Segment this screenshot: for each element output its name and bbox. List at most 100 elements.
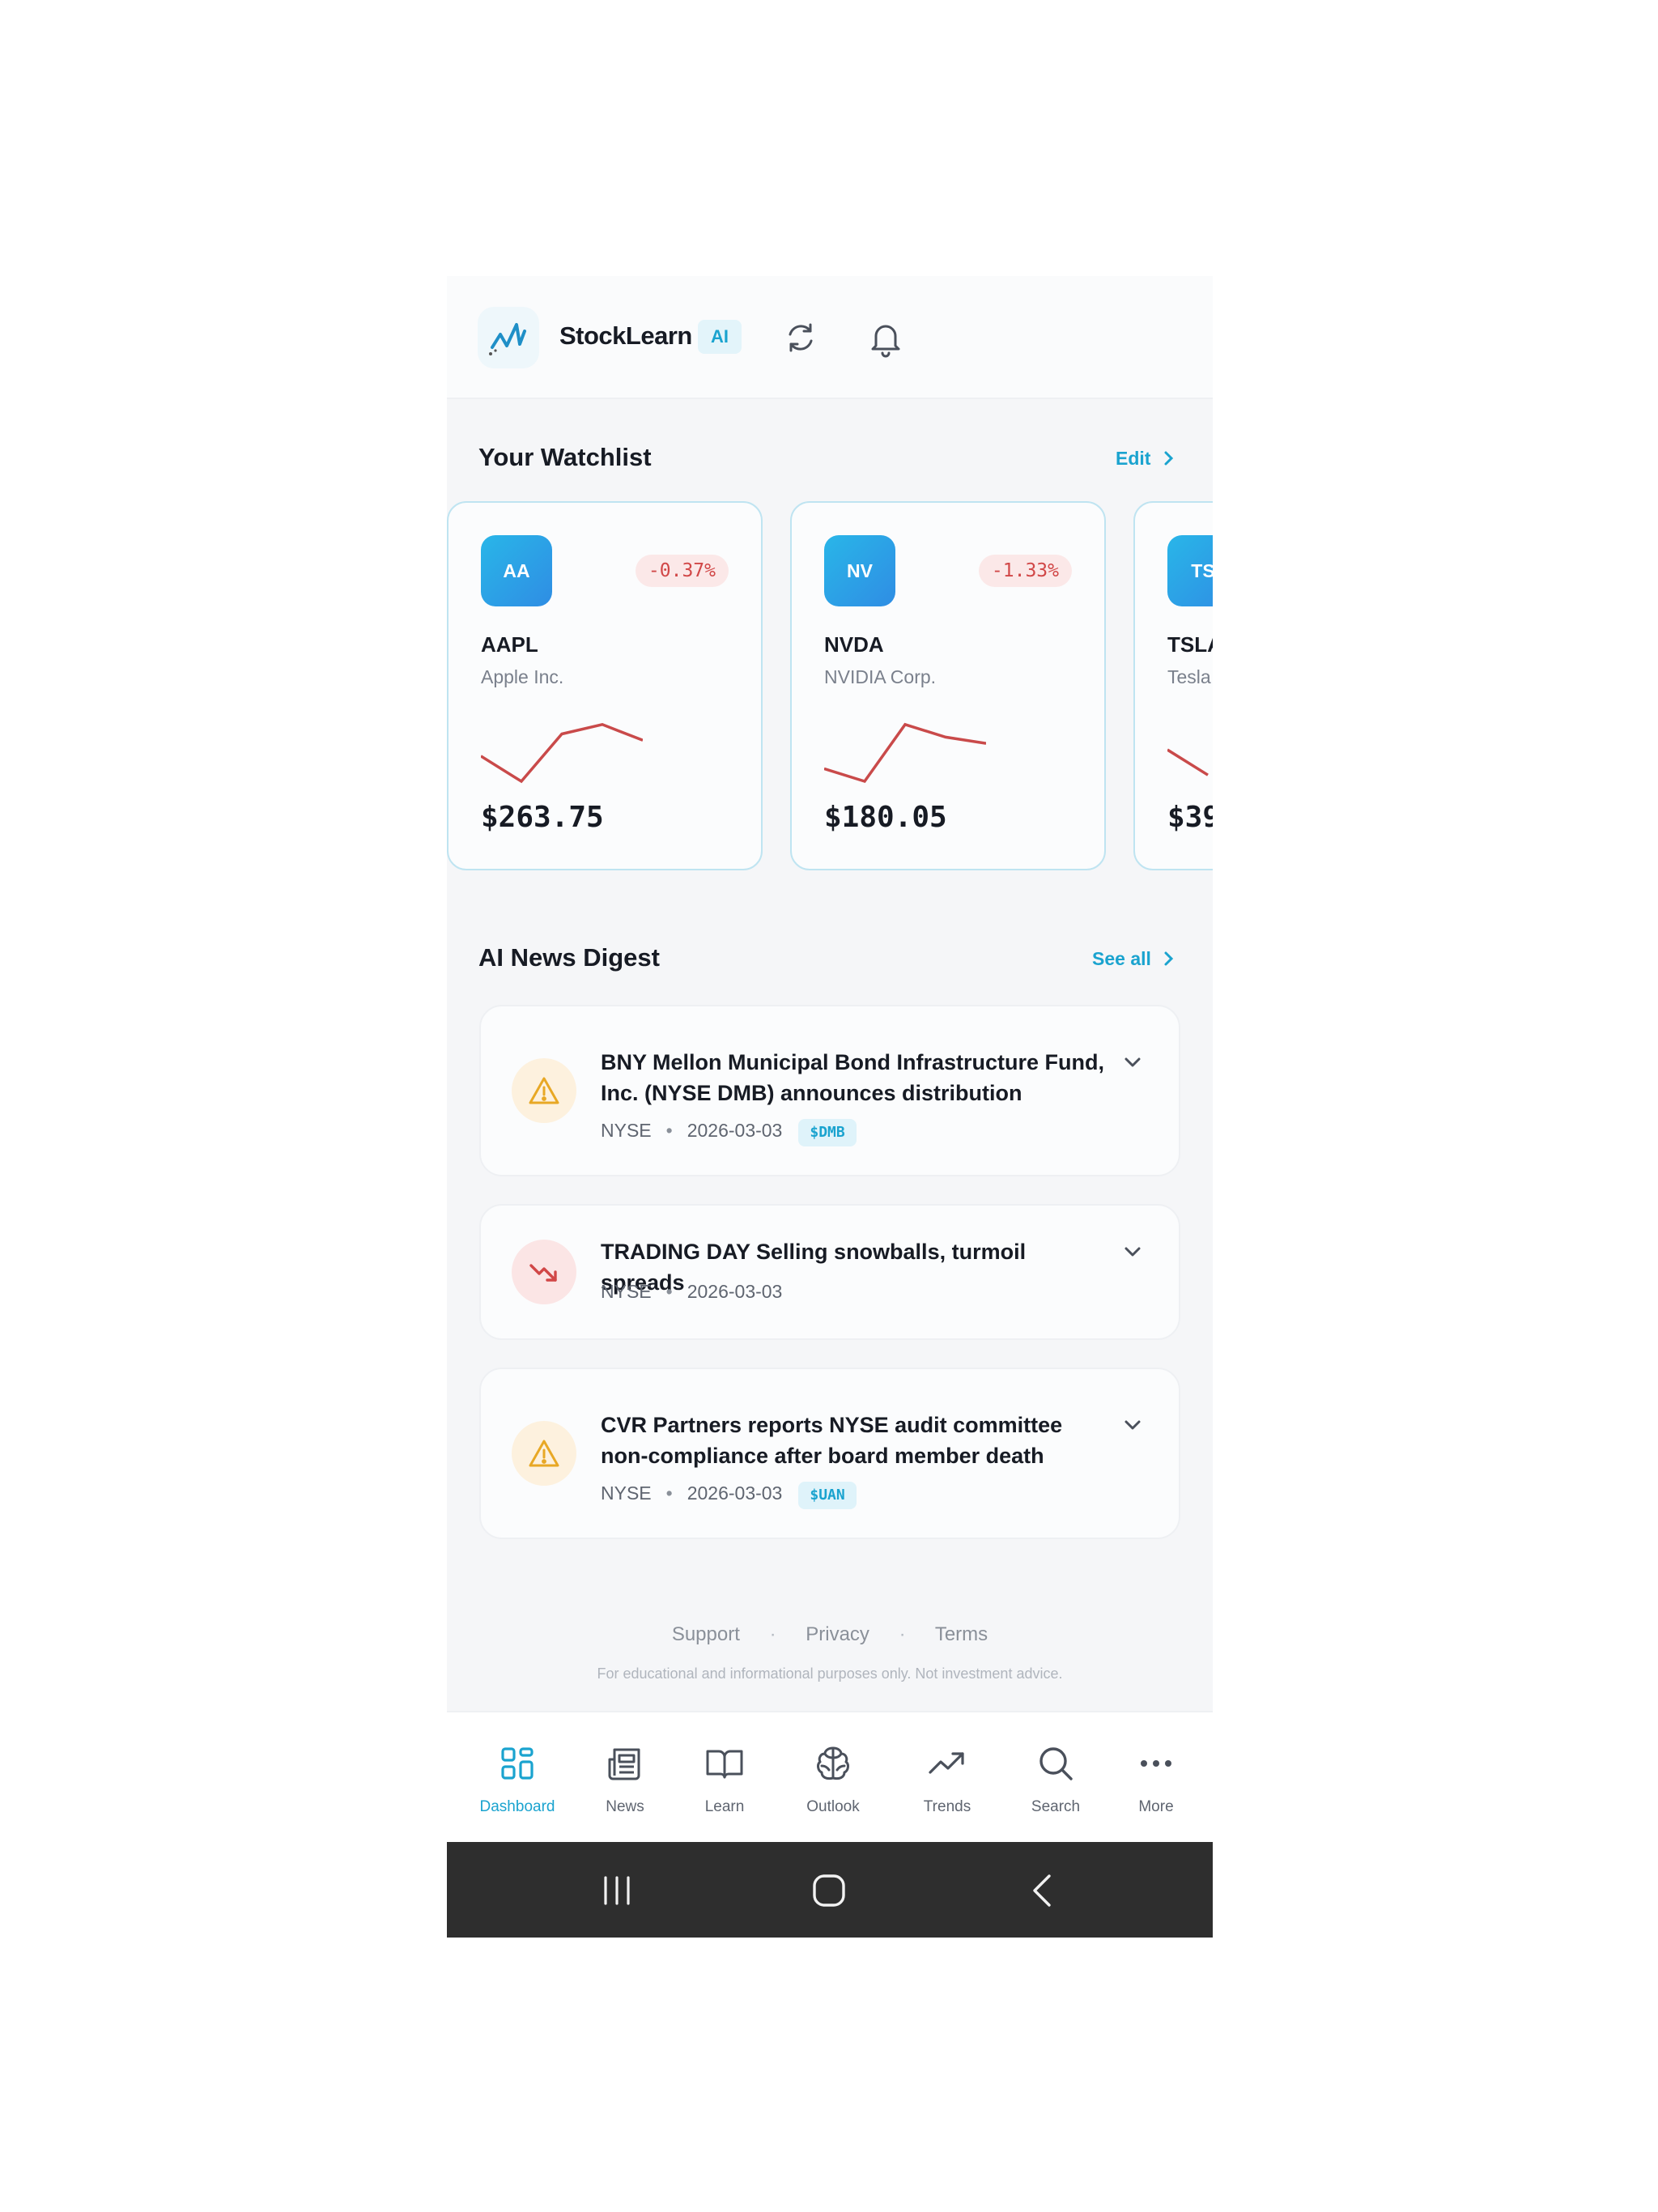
news-meta: NYSE • 2026-03-03 $UAN (601, 1478, 857, 1509)
home-icon[interactable] (810, 1871, 848, 1910)
nav-label: Search (1031, 1798, 1081, 1815)
sparkline-chart (824, 722, 986, 784)
sparkline-chart (1167, 748, 1209, 776)
nav-item-dashboard[interactable]: Dashboard (463, 1712, 572, 1844)
news-digest-title: AI News Digest (478, 943, 660, 972)
news-exchange: NYSE (601, 1120, 652, 1141)
nav-label: Trends (923, 1798, 971, 1815)
footer-links: Support · Privacy · Terms (447, 1623, 1213, 1646)
sparkline-chart (481, 722, 643, 784)
news-headline: BNY Mellon Municipal Bond Infrastructure… (601, 1050, 1105, 1105)
refresh-icon (789, 323, 813, 352)
system-navigation-bar (447, 1842, 1213, 1938)
brain-icon (817, 1746, 849, 1780)
support-link[interactable]: Support (672, 1623, 740, 1645)
meta-separator: • (665, 1482, 673, 1504)
stock-avatar: TS (1167, 535, 1213, 606)
warning-icon (529, 1077, 559, 1104)
watchlist-card-nvda[interactable]: NV -1.33% NVDA NVIDIA Corp. $180.05 (790, 501, 1106, 870)
app-screen: StockLearn AI Your Watchlist Edit AA -0.3… (447, 276, 1213, 1938)
news-date: 2026-03-03 (687, 1482, 783, 1504)
watchlist-card-aapl[interactable]: AA -0.37% AAPL Apple Inc. $263.75 (447, 501, 763, 870)
ticker-symbol: NVDA (824, 632, 884, 657)
footer-separator: · (769, 1623, 776, 1645)
book-icon (706, 1750, 743, 1779)
stock-avatar: NV (824, 535, 895, 606)
news-date: 2026-03-03 (687, 1281, 783, 1302)
nav-label: Learn (704, 1798, 745, 1815)
chevron-down-icon[interactable] (1120, 1240, 1145, 1264)
nav-item-outlook[interactable]: Outlook (780, 1712, 886, 1844)
sparkline-line (824, 722, 986, 784)
ticker-symbol: AAPL (481, 632, 538, 657)
stock-price: $39 (1167, 801, 1213, 834)
watchlist-edit-link[interactable]: Edit (1116, 448, 1150, 470)
nav-label: News (606, 1798, 644, 1815)
company-name: NVIDIA Corp. (824, 666, 937, 687)
footer-separator: · (899, 1623, 906, 1645)
nav-item-more[interactable]: More (1116, 1712, 1197, 1844)
meta-separator: • (665, 1281, 673, 1302)
news-exchange: NYSE (601, 1482, 652, 1504)
stock-price: $263.75 (481, 801, 604, 834)
meta-separator: • (665, 1120, 673, 1141)
nav-item-learn[interactable]: Learn (680, 1712, 769, 1844)
change-badge: -1.33% (978, 555, 1072, 587)
trending-down-icon (529, 1264, 557, 1282)
change-badge: -0.37% (635, 555, 729, 587)
news-meta: NYSE • 2026-03-03 $DMB (601, 1116, 857, 1146)
back-icon[interactable] (1023, 1871, 1062, 1910)
warning-icon (529, 1440, 559, 1467)
stock-avatar: AA (481, 535, 552, 606)
nav-label: Outlook (806, 1798, 860, 1815)
stock-price: $180.05 (824, 801, 947, 834)
app-header: StockLearn AI (447, 276, 1213, 399)
news-card[interactable]: TRADING DAY Selling snowballs, turmoil s… (479, 1204, 1180, 1340)
pulse-logo-icon (489, 323, 526, 355)
sparkline-line (481, 722, 643, 784)
more-icon (1141, 1760, 1171, 1767)
app-logo (478, 307, 539, 368)
nav-label: Dashboard (479, 1798, 555, 1815)
refresh-button[interactable] (778, 315, 823, 360)
news-sentiment-badge (512, 1240, 576, 1304)
company-name: Apple Inc. (481, 666, 564, 687)
terms-link[interactable]: Terms (935, 1623, 988, 1645)
ticker-tag[interactable]: $UAN (798, 1482, 857, 1509)
chevron-right-icon (1164, 451, 1174, 466)
disclaimer-text: For educational and informational purpos… (597, 1665, 1063, 1682)
company-name: Tesla (1167, 666, 1211, 687)
bottom-navigation: Dashboard News Learn Outlook Trends Sear… (447, 1711, 1213, 1844)
recent-apps-icon[interactable] (597, 1871, 636, 1910)
search-icon (1039, 1747, 1073, 1780)
news-sentiment-badge (512, 1058, 576, 1123)
bell-icon (871, 325, 900, 358)
sparkline-line (1167, 748, 1209, 776)
ticker-symbol: TSLA (1167, 632, 1213, 657)
news-exchange: NYSE (601, 1281, 652, 1302)
nav-label: More (1138, 1798, 1174, 1815)
ticker-tag[interactable]: $DMB (798, 1119, 857, 1146)
watchlist-title: Your Watchlist (478, 443, 652, 471)
nav-item-trends[interactable]: Trends (899, 1712, 996, 1844)
privacy-link[interactable]: Privacy (806, 1623, 869, 1645)
trending-up-icon (929, 1752, 964, 1774)
notifications-button[interactable] (863, 315, 908, 360)
news-sentiment-badge (512, 1421, 576, 1486)
news-meta: NYSE • 2026-03-03 (601, 1277, 782, 1306)
app-title: StockLearn (559, 321, 692, 350)
nav-item-search[interactable]: Search (1007, 1712, 1104, 1844)
dashboard-icon (501, 1747, 534, 1780)
chevron-down-icon[interactable] (1120, 1050, 1145, 1074)
ai-badge: AI (698, 320, 742, 354)
news-see-all-link[interactable]: See all (1092, 948, 1151, 970)
news-card[interactable]: CVR Partners reports NYSE audit committe… (479, 1368, 1180, 1539)
news-card[interactable]: BNY Mellon Municipal Bond Infrastructure… (479, 1005, 1180, 1176)
news-headline: CVR Partners reports NYSE audit committe… (601, 1413, 1063, 1468)
newspaper-icon (608, 1748, 640, 1780)
chevron-right-icon (1164, 951, 1174, 966)
news-date: 2026-03-03 (687, 1120, 783, 1141)
nav-item-news[interactable]: News (585, 1712, 665, 1844)
watchlist-card-tsla[interactable]: TS TSLA Tesla $39 (1133, 501, 1213, 870)
chevron-down-icon[interactable] (1120, 1413, 1145, 1437)
